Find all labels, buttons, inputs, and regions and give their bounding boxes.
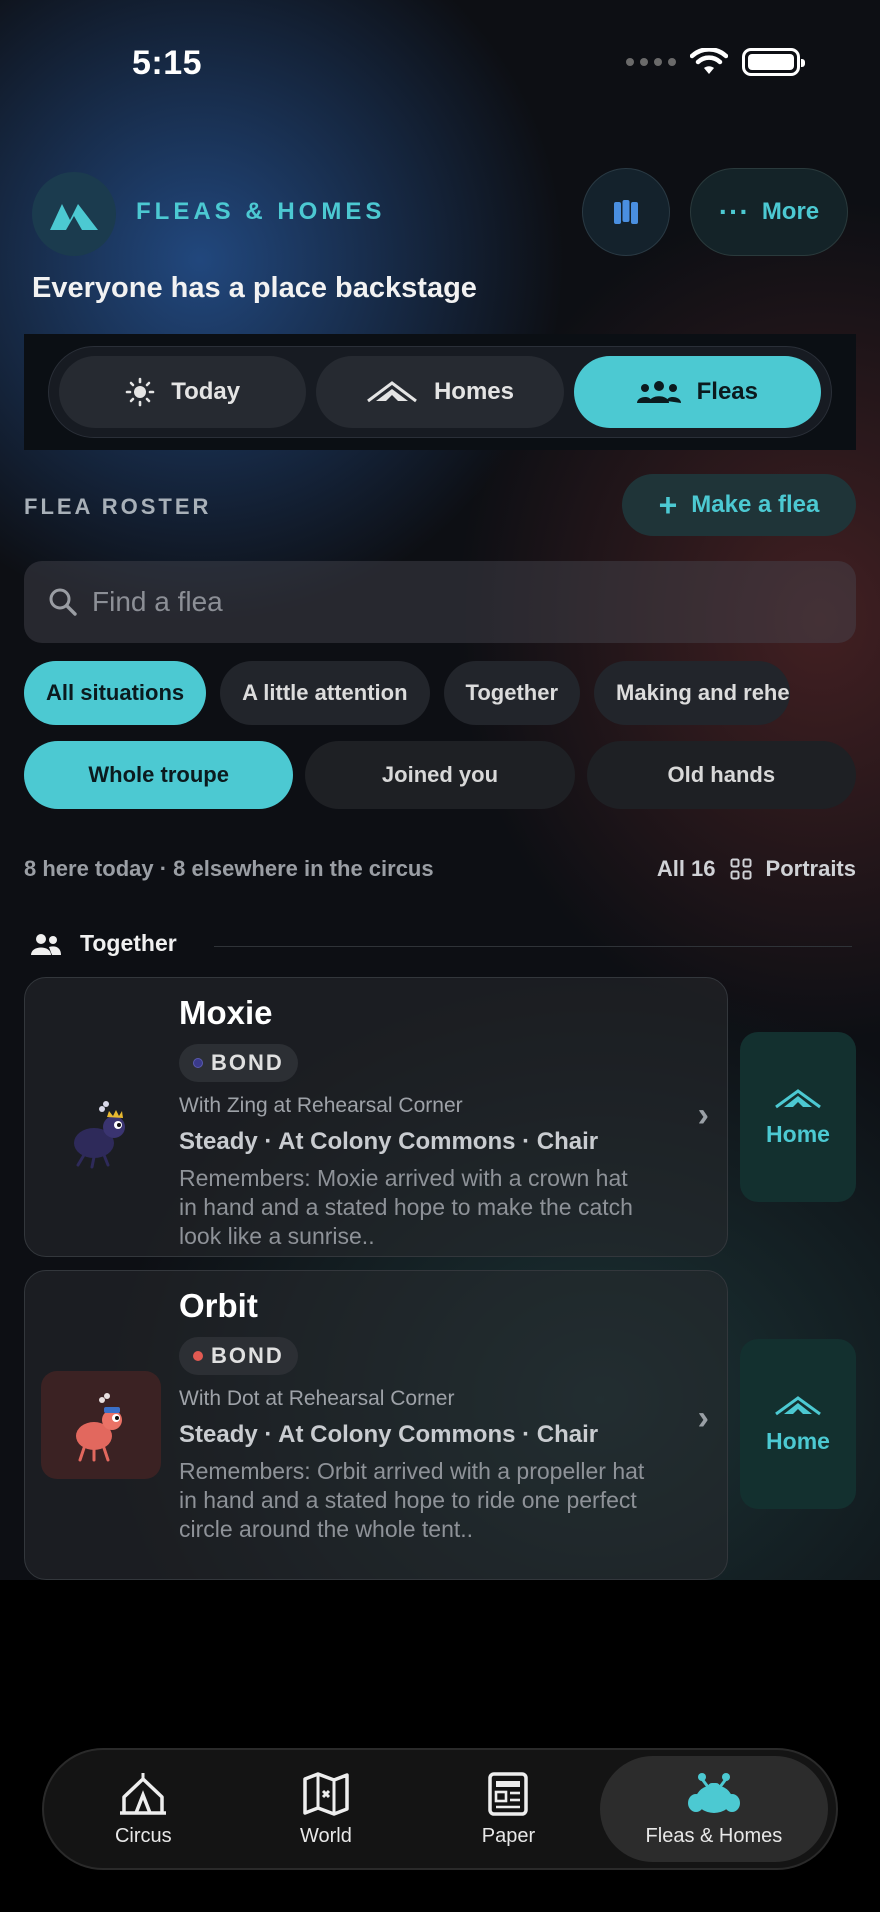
filter-old-hands[interactable]: Old hands <box>586 741 856 809</box>
segment-homes-label: Homes <box>433 378 514 405</box>
troupe-filters: Whole troupe Joined you Old hands <box>24 741 856 809</box>
search-input[interactable] <box>92 586 792 618</box>
home-button[interactable]: Home <box>740 1032 856 1202</box>
mountain-tent-icon <box>50 204 98 230</box>
section-header: Together <box>30 930 177 957</box>
tab-fleas-homes[interactable]: Fleas & Homes <box>599 1756 829 1862</box>
roster-title: FLEA ROSTER <box>24 494 212 519</box>
view-switcher: Today Homes Fleas <box>24 334 856 450</box>
search-icon <box>49 588 77 616</box>
filter-joined-you[interactable]: Joined you <box>305 741 575 809</box>
map-icon <box>614 200 638 224</box>
home-tent-icon <box>775 1088 821 1108</box>
tab-paper-label: Paper <box>481 1824 536 1847</box>
chevron-right-icon: › <box>697 1399 709 1437</box>
section-title: Together <box>80 930 177 956</box>
flea-card[interactable]: Orbit BOND With Dot at Rehearsal Corner … <box>24 1270 728 1580</box>
flea-orbit-icon <box>76 1393 122 1462</box>
battery-icon <box>742 48 805 76</box>
flea-status: Steady · At Colony Commons · Chair <box>179 1128 599 1155</box>
status-indicators <box>626 48 805 76</box>
flea-memory: Remembers: Moxie arrived with a crown ha… <box>179 1165 633 1249</box>
tent-icon <box>367 381 417 403</box>
app-screen: 5:15 FLEAS & HOMES Everyone has a place … <box>0 0 880 1580</box>
sun-icon <box>125 377 155 407</box>
bond-badge: BOND <box>179 1337 298 1375</box>
tab-circus[interactable]: Circus <box>52 1756 235 1862</box>
map-button[interactable] <box>582 168 670 256</box>
app-logo <box>32 172 116 256</box>
wifi-icon <box>690 48 728 74</box>
chip-making-and-rehearsing[interactable]: Making and rehe <box>594 661 790 725</box>
bond-label: BOND <box>211 1343 284 1368</box>
flea-name: Moxie <box>179 994 273 1031</box>
all-count-button[interactable]: All 16 <box>657 856 716 882</box>
home-tent-icon <box>775 1395 821 1415</box>
make-flea-button[interactable]: + Make a flea <box>622 474 856 536</box>
home-button[interactable]: Home <box>740 1339 856 1509</box>
tab-circus-label: Circus <box>114 1824 172 1847</box>
grid-icon[interactable] <box>730 858 752 880</box>
flea-avatar <box>41 1078 161 1186</box>
plus-icon: + <box>658 487 678 523</box>
group-icon <box>636 381 681 403</box>
segment-today-label: Today <box>171 378 241 405</box>
people-icon <box>31 933 61 955</box>
segment-today[interactable]: Today <box>59 356 307 428</box>
portraits-toggle[interactable]: Portraits <box>766 856 856 882</box>
page-tagline: Everyone has a place backstage <box>32 272 477 304</box>
section-divider <box>214 946 852 947</box>
roster-summary: 8 here today · 8 elsewhere in the circus <box>24 856 434 881</box>
home-label: Home <box>766 1427 830 1454</box>
segment-homes[interactable]: Homes <box>316 356 564 428</box>
flea-location: With Zing at Rehearsal Corner <box>179 1094 463 1117</box>
tab-paper[interactable]: Paper <box>417 1756 600 1862</box>
chevron-right-icon: › <box>697 1096 709 1134</box>
bond-dot-icon <box>193 1058 203 1068</box>
signal-icon <box>626 58 676 66</box>
chip-a-little-attention[interactable]: A little attention <box>220 661 430 725</box>
segmented-control: Today Homes Fleas <box>48 346 832 438</box>
flea-memory: Remembers: Orbit arrived with a propelle… <box>179 1458 645 1542</box>
ellipsis-icon: ··· <box>718 196 750 227</box>
tab-world[interactable]: World <box>235 1756 418 1862</box>
home-label: Home <box>766 1120 830 1147</box>
chip-together[interactable]: Together <box>443 661 581 725</box>
bond-dot-icon <box>193 1351 203 1361</box>
segment-fleas-label: Fleas <box>696 378 758 405</box>
more-button[interactable]: ··· More <box>690 168 848 256</box>
bottom-tab-bar: Circus World Paper Fleas & Homes <box>42 1748 838 1870</box>
segment-fleas[interactable]: Fleas <box>573 356 821 428</box>
tab-fleas-homes-label: Fleas & Homes <box>645 1824 783 1847</box>
brand-name: FLEAS & HOMES <box>136 198 386 225</box>
flea-status: Steady · At Colony Commons · Chair <box>179 1421 599 1448</box>
filter-whole-troupe[interactable]: Whole troupe <box>24 741 294 809</box>
make-flea-label: Make a flea <box>691 491 820 518</box>
chip-all-situations[interactable]: All situations <box>24 661 207 725</box>
flea-icon <box>687 1772 740 1813</box>
roster-view-controls: All 16 Portraits <box>657 856 856 882</box>
flea-moxie-icon <box>74 1101 125 1169</box>
world-map-icon <box>303 1771 349 1816</box>
newspaper-icon <box>488 1771 529 1816</box>
bond-label: BOND <box>211 1050 284 1075</box>
flea-name: Orbit <box>179 1287 258 1324</box>
flea-avatar <box>41 1371 161 1479</box>
situation-chips: All situations A little attention Togeth… <box>24 661 880 725</box>
search-field[interactable] <box>24 561 856 643</box>
more-label: More <box>761 198 820 225</box>
flea-card[interactable]: Moxie BOND With Zing at Rehearsal Corner… <box>24 977 728 1257</box>
bond-badge: BOND <box>179 1044 298 1082</box>
status-time: 5:15 <box>132 44 203 82</box>
circus-tent-icon <box>120 1772 167 1815</box>
tab-world-label: World <box>299 1824 352 1847</box>
flea-location: With Dot at Rehearsal Corner <box>179 1387 455 1410</box>
